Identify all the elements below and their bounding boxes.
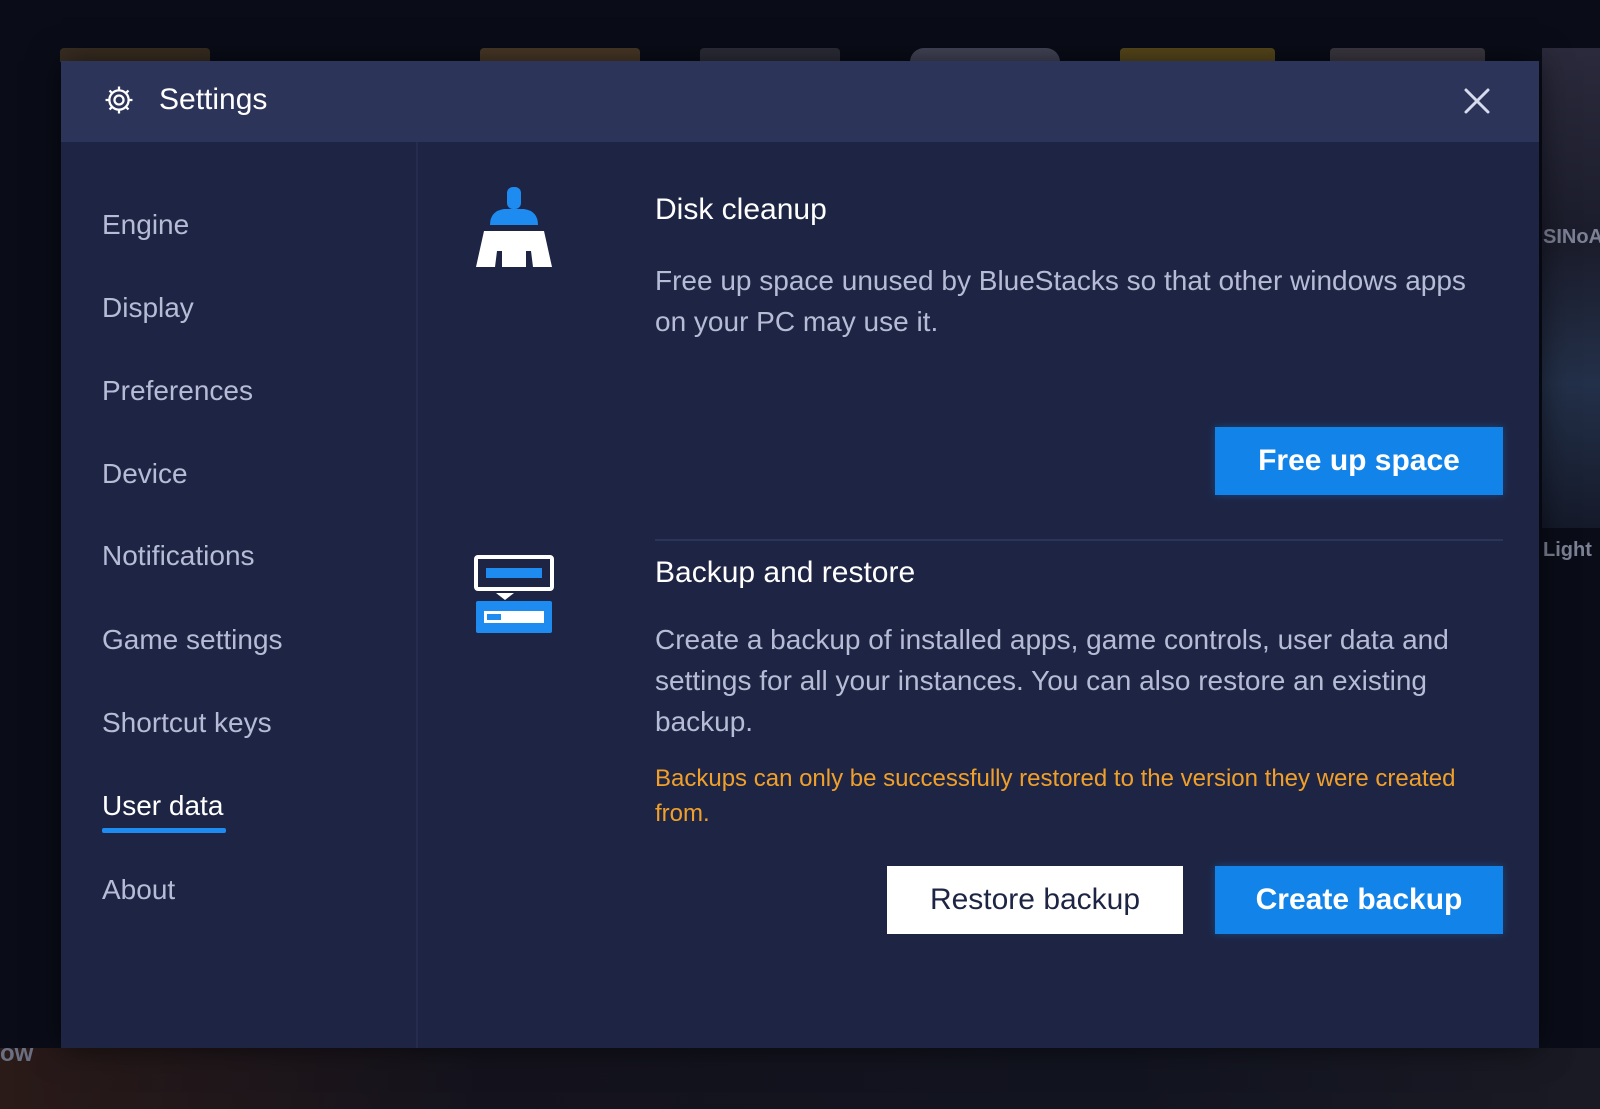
sidebar-item-user-data[interactable]: User data <box>102 790 223 822</box>
sidebar-item-game-settings[interactable]: Game settings <box>102 624 283 656</box>
section-divider <box>655 539 1503 541</box>
background-thumbnail <box>1120 48 1275 62</box>
sidebar-item-about[interactable]: About <box>102 874 175 906</box>
background-thumbnail <box>480 48 640 62</box>
background-thumbnail <box>910 48 1060 62</box>
sidebar-item-engine[interactable]: Engine <box>102 209 189 241</box>
sidebar-item-display[interactable]: Display <box>102 292 194 324</box>
close-icon[interactable] <box>1457 81 1497 121</box>
settings-dialog: Settings Engine Display Preferences Devi… <box>61 61 1539 1048</box>
active-tab-indicator <box>102 828 226 833</box>
settings-sidebar: Engine Display Preferences Device Notifi… <box>61 142 418 1048</box>
gear-icon <box>105 86 133 114</box>
sidebar-item-notifications[interactable]: Notifications <box>102 540 255 572</box>
background-thumbnail <box>1330 48 1485 62</box>
broom-icon <box>476 187 552 267</box>
background-game-art <box>1542 48 1600 528</box>
backup-restore-description: Create a backup of installed apps, game … <box>655 624 1449 737</box>
create-backup-button[interactable]: Create backup <box>1215 866 1503 934</box>
settings-content: Disk cleanup Free up space unused by Blu… <box>418 142 1539 1048</box>
disk-cleanup-title: Disk cleanup <box>655 193 827 226</box>
background-bottom-strip <box>0 1048 1600 1109</box>
free-up-space-button[interactable]: Free up space <box>1215 427 1503 495</box>
background-thumbnail <box>700 48 840 62</box>
disk-cleanup-description: Free up space unused by BlueStacks so th… <box>655 265 1466 337</box>
sidebar-item-shortcut-keys[interactable]: Shortcut keys <box>102 707 272 739</box>
restore-backup-button[interactable]: Restore backup <box>887 866 1183 934</box>
sidebar-item-preferences[interactable]: Preferences <box>102 375 253 407</box>
dialog-title: Settings <box>159 83 268 116</box>
backup-drive-icon <box>474 555 554 633</box>
backup-version-warning: Backups can only be successfully restore… <box>655 765 1456 827</box>
background-thumbnail <box>60 48 210 62</box>
dialog-titlebar: Settings <box>61 61 1539 142</box>
sidebar-item-device[interactable]: Device <box>102 458 188 490</box>
background-game-label: SINoA <box>1543 226 1600 248</box>
background-game-label: Light <box>1543 539 1592 561</box>
backup-restore-title: Backup and restore <box>655 556 916 589</box>
background-bottom-label: ow <box>0 1040 34 1067</box>
